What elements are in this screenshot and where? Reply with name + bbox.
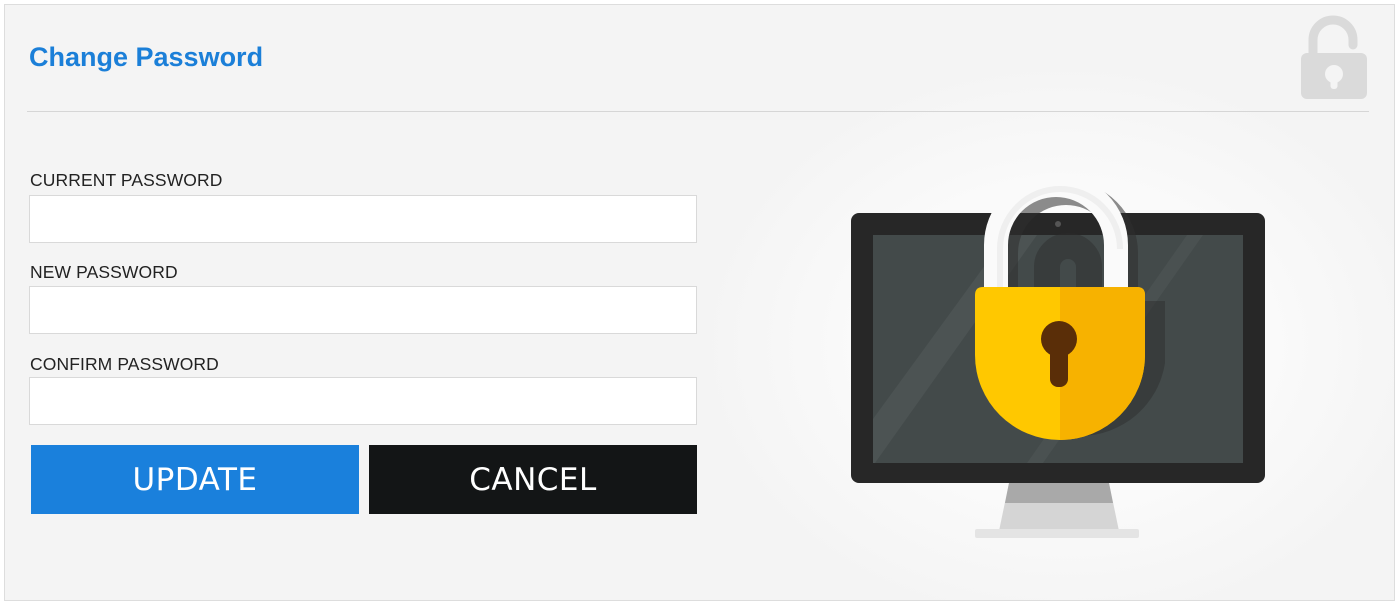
page-title: Change Password bbox=[29, 42, 264, 72]
confirm-password-label: CONFIRM PASSWORD bbox=[30, 354, 219, 374]
update-button[interactable]: UPDATE bbox=[31, 445, 359, 514]
monitor-with-padlock-icon bbox=[851, 173, 1265, 538]
current-password-input[interactable] bbox=[29, 195, 697, 243]
current-password-label: CURRENT PASSWORD bbox=[30, 170, 223, 190]
monitor-stand bbox=[975, 483, 1139, 538]
new-password-input[interactable] bbox=[29, 286, 697, 334]
new-password-label: NEW PASSWORD bbox=[30, 262, 178, 282]
confirm-password-input[interactable] bbox=[29, 377, 697, 425]
header-divider bbox=[27, 111, 1369, 112]
cancel-button[interactable]: CANCEL bbox=[369, 445, 697, 514]
unlocked-padlock-icon bbox=[1301, 15, 1367, 99]
change-password-panel: Change Password CURRENT PASSWORD NEW PAS… bbox=[4, 4, 1395, 601]
